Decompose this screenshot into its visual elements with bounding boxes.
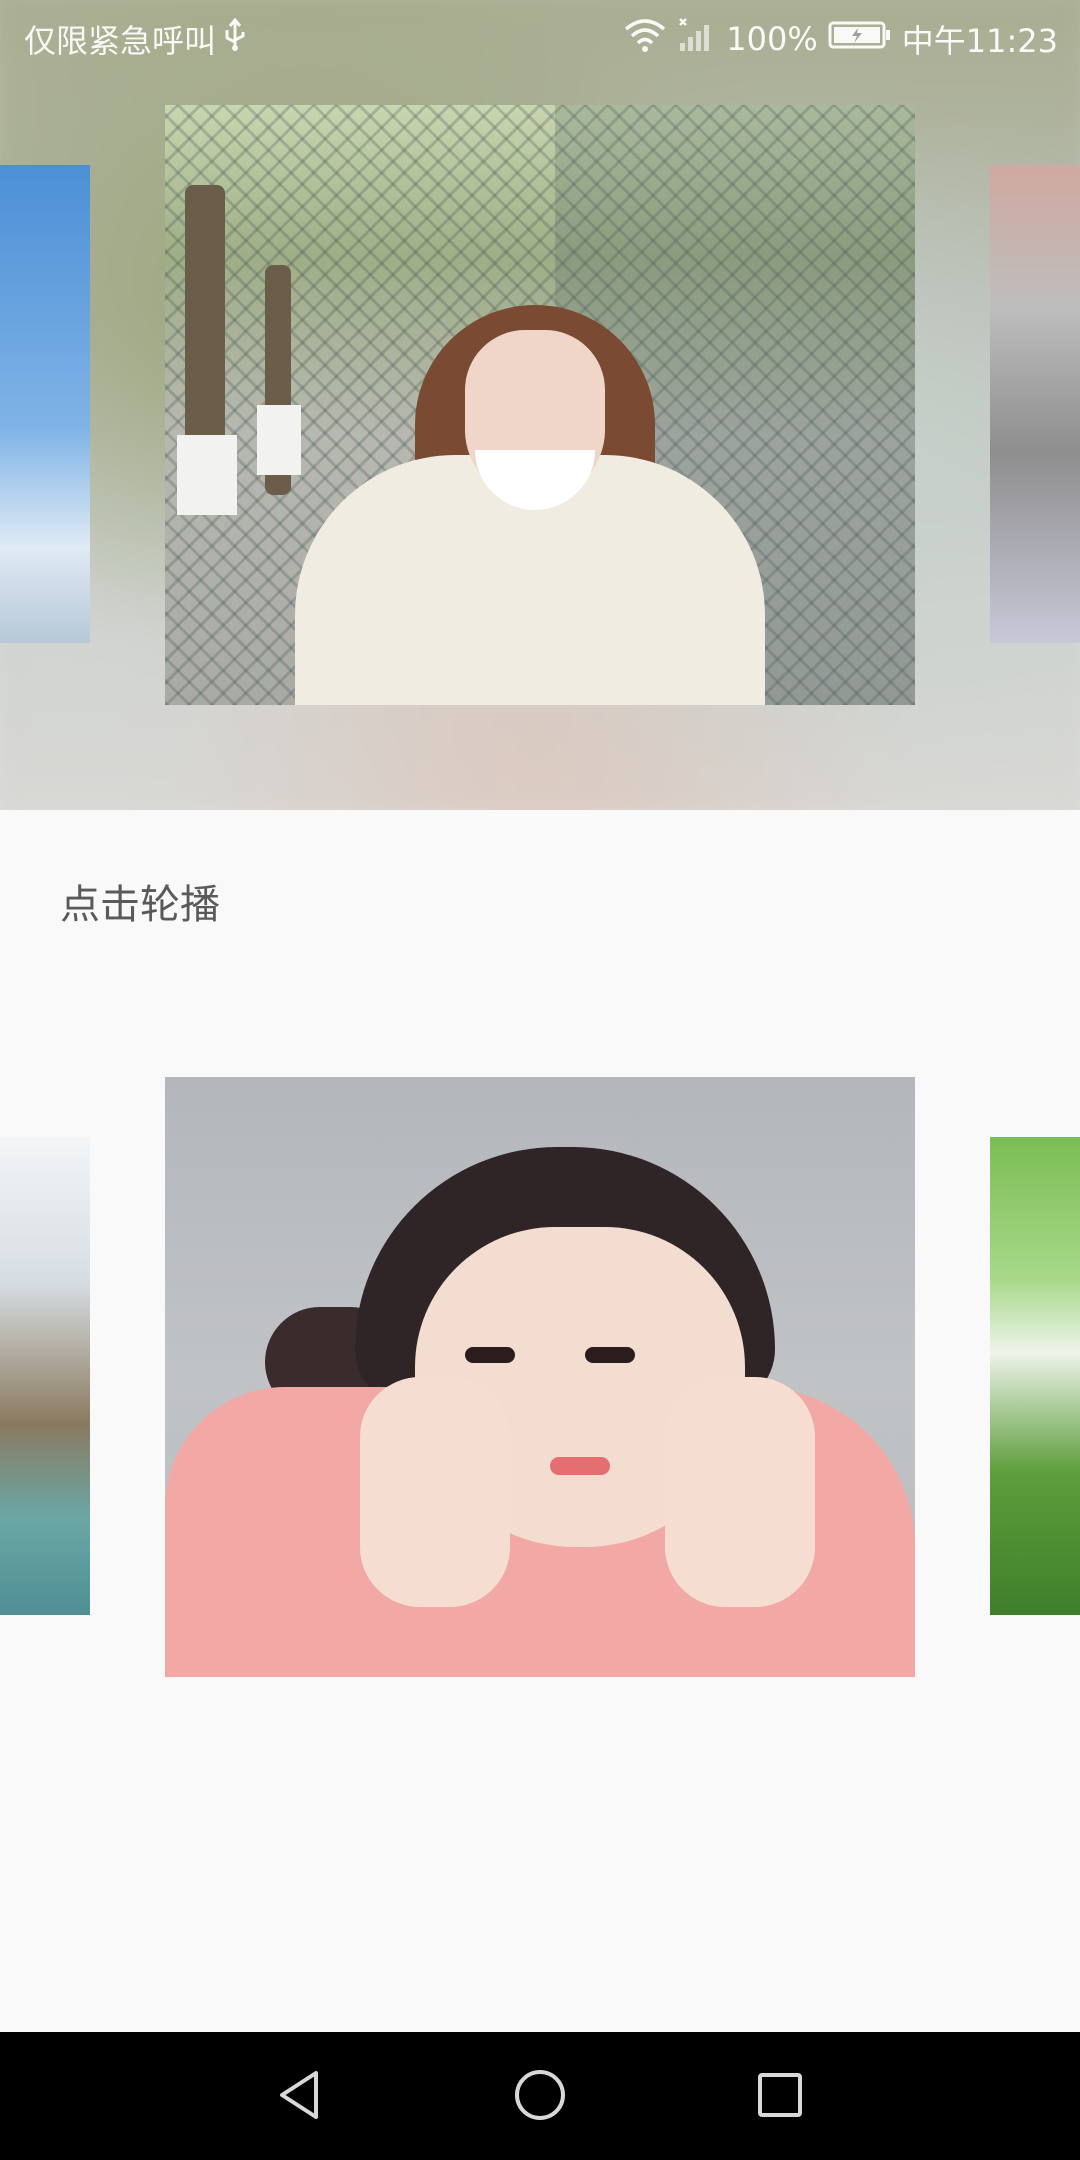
home-icon xyxy=(512,2067,568,2127)
person-hand-left xyxy=(360,1377,510,1607)
person-lips xyxy=(550,1457,610,1475)
person-hand-right xyxy=(665,1377,815,1607)
bottom-carousel-slide-main[interactable] xyxy=(165,1077,915,1677)
person-eye-left xyxy=(465,1347,515,1363)
battery-charging-icon xyxy=(828,19,892,59)
screen: 仅限紧急呼叫 100% 中午11:23 点击轮播 xyxy=(0,0,1080,2160)
top-carousel-slide-right[interactable] xyxy=(990,165,1080,643)
navigation-bar xyxy=(0,2032,1080,2160)
bottom-carousel-slide-left[interactable] xyxy=(0,1137,90,1615)
recents-icon xyxy=(752,2067,808,2127)
top-carousel-slide-left[interactable] xyxy=(0,165,90,643)
status-left: 仅限紧急呼叫 xyxy=(24,16,248,62)
back-button[interactable] xyxy=(265,2062,335,2132)
tree-base xyxy=(257,405,301,475)
click-carousel-label: 点击轮播 xyxy=(60,882,220,928)
wifi-icon xyxy=(622,17,668,61)
usb-icon xyxy=(222,17,248,60)
recents-button[interactable] xyxy=(745,2062,815,2132)
status-bar: 仅限紧急呼叫 100% 中午11:23 xyxy=(0,0,1080,72)
bottom-carousel[interactable] xyxy=(0,1060,1080,1700)
bottom-carousel-slide-right[interactable] xyxy=(990,1137,1080,1615)
clock: 中午11:23 xyxy=(901,22,1058,60)
top-carousel-slide-main[interactable] xyxy=(165,105,915,705)
home-button[interactable] xyxy=(505,2062,575,2132)
tree-base xyxy=(177,435,237,515)
battery-percent: 100% xyxy=(726,20,818,58)
person-eye-right xyxy=(585,1347,635,1363)
carrier-text: 仅限紧急呼叫 xyxy=(24,22,217,60)
top-carousel[interactable]: 仅限紧急呼叫 100% 中午11:23 xyxy=(0,0,1080,810)
back-icon xyxy=(272,2067,328,2127)
status-right: 100% 中午11:23 xyxy=(622,16,1058,62)
signal-icon xyxy=(678,17,716,61)
